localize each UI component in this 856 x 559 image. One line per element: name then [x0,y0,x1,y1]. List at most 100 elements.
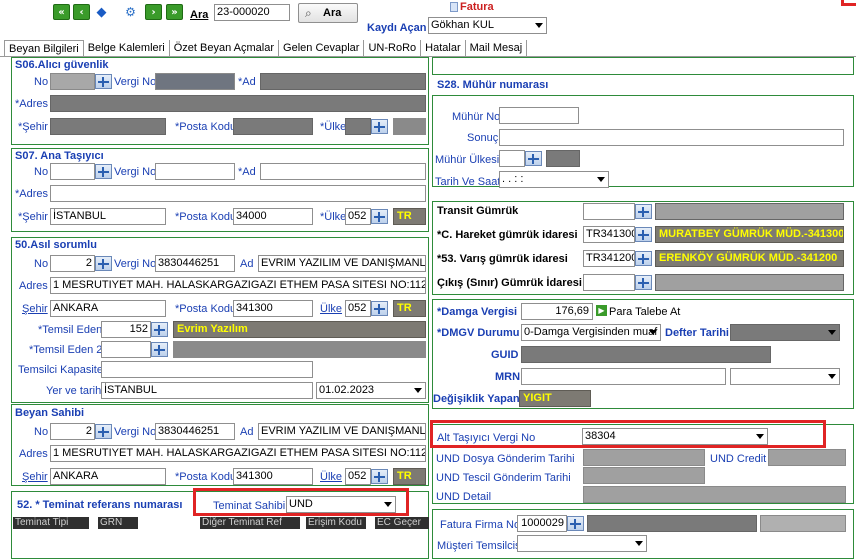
previous-record-icon[interactable]: ‹ [73,4,90,20]
search-button[interactable]: ⌕ Ara [298,3,358,23]
defter-tarihi-select[interactable] [730,324,840,341]
damga-field[interactable]: 176,69 [521,303,593,320]
transit-field[interactable] [583,203,635,220]
s50-tarih-select[interactable]: 01.02.2023 [316,382,426,399]
s50-no-lookup-icon[interactable] [95,256,112,271]
bs-sehir-field[interactable]: ANKARA [50,468,166,485]
bs-no-field[interactable]: 2 [50,423,95,440]
cikis-lookup-icon[interactable] [635,275,652,290]
s07-ulke-field[interactable]: 052 [345,208,371,225]
varis-field[interactable]: TR341200 [583,250,635,267]
network-icon[interactable]: ⚙ [122,4,139,20]
col-erisim-kodu[interactable]: Erişim Kodu [306,517,366,529]
kayit-acan-select[interactable]: Gökhan KUL [428,17,547,34]
s50-ulke-field[interactable]: 052 [345,300,371,317]
s50-sehir-label[interactable]: Şehir [22,302,48,316]
sonuc-field[interactable] [499,129,844,146]
s50-sehir-field[interactable]: ANKARA [50,300,166,317]
bs-ad-field[interactable]: EVRIM YAZILIM VE DANIŞMANLIK LTD [258,423,426,440]
varis-lookup-icon[interactable] [635,251,652,266]
c-hareket-lookup-icon[interactable] [635,227,652,242]
c-hareket-field[interactable]: TR341300 [583,226,635,243]
tab-un-roro[interactable]: UN-RoRo [364,40,422,57]
next-record-icon[interactable]: › [145,4,162,20]
bs-sehir-label[interactable]: Şehir [22,470,48,484]
diamond-icon[interactable]: ◆ [93,4,110,20]
musteri-label: Müşteri Temsilcisi [437,540,523,552]
bs-ulke-field[interactable]: 052 [345,468,371,485]
und-tescil-field[interactable] [583,467,705,484]
s07-no-lookup-icon[interactable] [95,164,112,179]
s06-ulke-lookup-icon[interactable] [371,119,388,134]
und-detail-field[interactable] [583,486,846,503]
s07-ulke-lookup-icon[interactable] [371,209,388,224]
s50-kapasite-field[interactable] [101,361,313,378]
s07-posta-field[interactable]: 34000 [233,208,313,225]
und-dosya-field[interactable] [583,449,705,466]
search-input[interactable]: 23-000020 [214,4,290,21]
s50-ulke-label[interactable]: Ülke [320,302,342,316]
s06-adres-field[interactable] [50,95,426,112]
transit-lookup-icon[interactable] [635,204,652,219]
s50-adres-field[interactable]: 1 MESRUTIYET MAH. HALASKARGAZIGAZI ETHEM… [50,277,426,294]
bs-adres-field[interactable]: 1 MESRUTIYET MAH. HALASKARGAZIGAZI ETHEM… [50,445,426,462]
dmgv-select[interactable]: 0-Damga Vergisinden muaf [521,324,661,341]
s50-temsil-field[interactable]: 152 [101,321,151,338]
mrn-select[interactable] [730,368,840,385]
s50-posta-field[interactable]: 341300 [233,300,313,317]
para-talebe-icon[interactable]: ▶ [596,305,607,316]
s07-vergi-field[interactable] [155,163,235,180]
s06-ulke-field[interactable] [345,118,371,135]
muhur-no-field[interactable] [499,107,579,124]
first-record-icon[interactable]: « [53,4,70,20]
col-grn[interactable]: GRN [98,517,138,529]
s50-temsil2-field[interactable] [101,341,151,358]
s50-ulke-lookup-icon[interactable] [371,301,388,316]
bs-no-lookup-icon[interactable] [95,424,112,439]
s07-ad-field[interactable] [260,163,426,180]
bs-ulke-lookup-icon[interactable] [371,469,388,484]
tab-belge-kalemleri[interactable]: Belge Kalemleri [84,40,170,57]
para-talebe-label[interactable]: Para Talebe At [609,305,680,319]
beyan-sahibi-title: Beyan Sahibi [15,407,85,419]
tab-hatalar[interactable]: Hatalar [421,40,466,57]
muhur-ulkesi-lookup-icon[interactable] [525,151,542,166]
tarih-saat-select[interactable]: . . : : [499,171,609,188]
tab-ozet-beyan-acmalar[interactable]: Özet Beyan Açmalar [170,40,280,57]
s07-no-field[interactable] [50,163,95,180]
muhur-ulkesi-field[interactable] [499,150,525,167]
tab-mail-mesaj[interactable]: Mail Mesaj [466,40,528,57]
s06-no-lookup-icon[interactable] [95,74,112,89]
s50-vergi-field[interactable]: 3830446251 [155,255,235,272]
s50-ad-field[interactable]: EVRIM YAZILIM VE DANIŞMANLIK LTD [258,255,426,272]
s06-ad-field[interactable] [260,73,426,90]
s07-ad-label: *Ad [238,166,256,178]
s50-yer-field[interactable]: İSTANBUL [101,382,313,399]
s07-sehir-field[interactable]: İSTANBUL [50,208,166,225]
col-ec-gecer[interactable]: EC Geçer [375,517,429,529]
s50-temsil2-lookup-icon[interactable] [151,342,168,357]
tab-beyan-bilgileri[interactable]: Beyan Bilgileri [4,40,84,57]
bs-vergi-field[interactable]: 3830446251 [155,423,235,440]
col-teminat-tipi[interactable]: Teminat Tipi [13,517,89,529]
s06-no-field[interactable] [50,73,95,90]
s06-sehir-field[interactable] [50,118,166,135]
tab-gelen-cevaplar[interactable]: Gelen Cevaplar [279,40,365,57]
s06-posta-field[interactable] [233,118,313,135]
s50-temsil-lookup-icon[interactable] [151,322,168,337]
musteri-select[interactable] [517,535,647,552]
last-record-icon[interactable]: » [166,4,183,20]
fatura-firma-field[interactable]: 1000029 [517,515,567,532]
fatura-link[interactable]: Fatura [460,1,494,13]
und-credit-field[interactable] [768,449,846,466]
bs-posta-field[interactable]: 341300 [233,468,313,485]
col-diger-teminat-ref[interactable]: Diğer Teminat Ref [200,517,300,529]
s07-adres-field[interactable] [50,185,426,202]
bs-ulke-label[interactable]: Ülke [320,470,342,484]
cikis-field[interactable] [583,274,635,291]
s50-no-field[interactable]: 2 [50,255,95,272]
guid-field[interactable] [521,346,771,363]
s06-vergi-field[interactable] [155,73,235,90]
fatura-firma-lookup-icon[interactable] [567,516,584,531]
mrn-field[interactable] [521,368,726,385]
